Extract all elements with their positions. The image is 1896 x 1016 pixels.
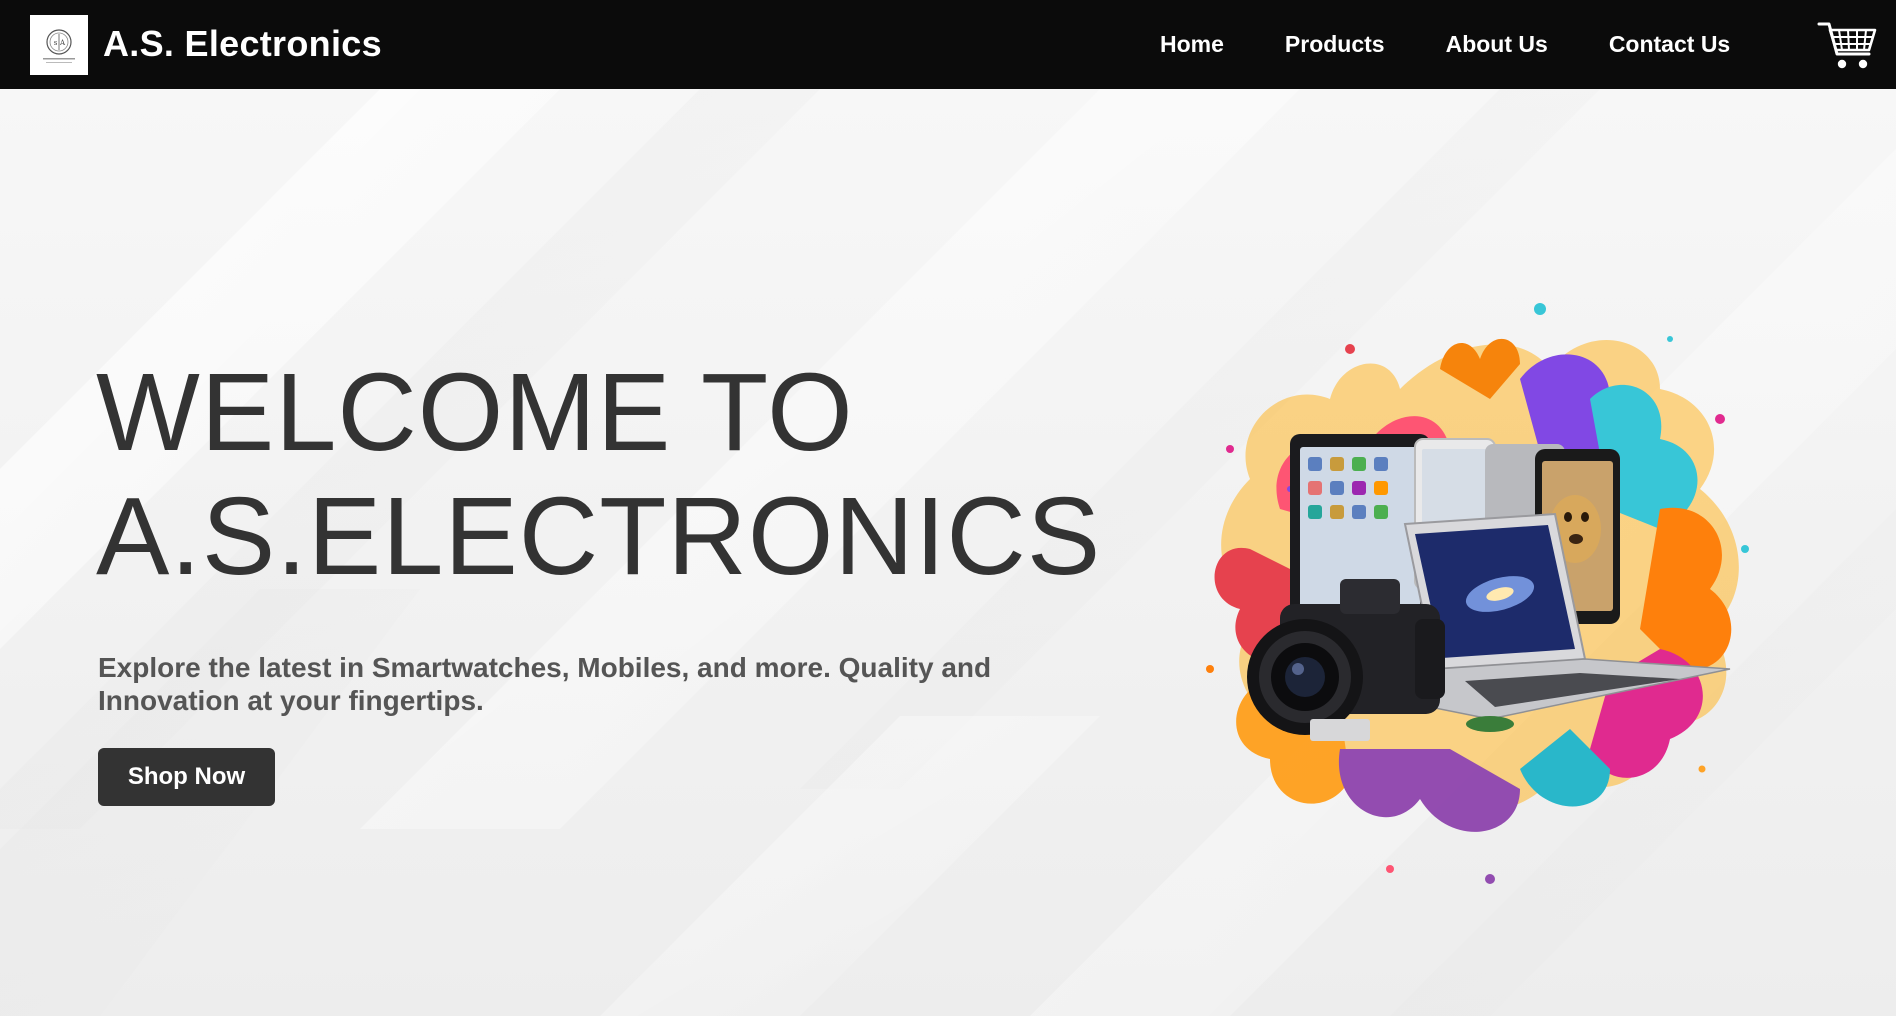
nav-home-link[interactable]: Home bbox=[1160, 31, 1224, 58]
hero-subtitle: Explore the latest in Smartwatches, Mobi… bbox=[98, 652, 992, 716]
main-nav: Home Products About Us Contact Us bbox=[1160, 0, 1730, 89]
hero-section: WELCOME TO A.S.ELECTRONICS Explore the l… bbox=[0, 89, 1896, 1016]
as-monogram-logo-icon: s A bbox=[43, 29, 75, 63]
nav-about-link[interactable]: About Us bbox=[1446, 31, 1548, 58]
shop-now-button[interactable]: Shop Now bbox=[98, 748, 275, 806]
nav-contact-link[interactable]: Contact Us bbox=[1609, 31, 1730, 58]
svg-text:A: A bbox=[59, 39, 66, 47]
hero-title: WELCOME TO A.S.ELECTRONICS bbox=[96, 351, 1101, 599]
brand-name[interactable]: A.S. Electronics bbox=[103, 22, 382, 66]
hero-title-line-1: WELCOME TO bbox=[96, 351, 854, 474]
shopping-cart-icon[interactable] bbox=[1817, 20, 1879, 72]
electronics-hero-image bbox=[1206, 303, 1749, 884]
svg-text:s: s bbox=[54, 39, 58, 47]
hero-title-line-2: A.S.ELECTRONICS bbox=[96, 475, 1102, 598]
nav-products-link[interactable]: Products bbox=[1285, 31, 1385, 58]
top-navbar: s A A.S. Electronics Home Products About… bbox=[0, 0, 1896, 89]
brand-logo[interactable]: s A bbox=[30, 15, 88, 75]
